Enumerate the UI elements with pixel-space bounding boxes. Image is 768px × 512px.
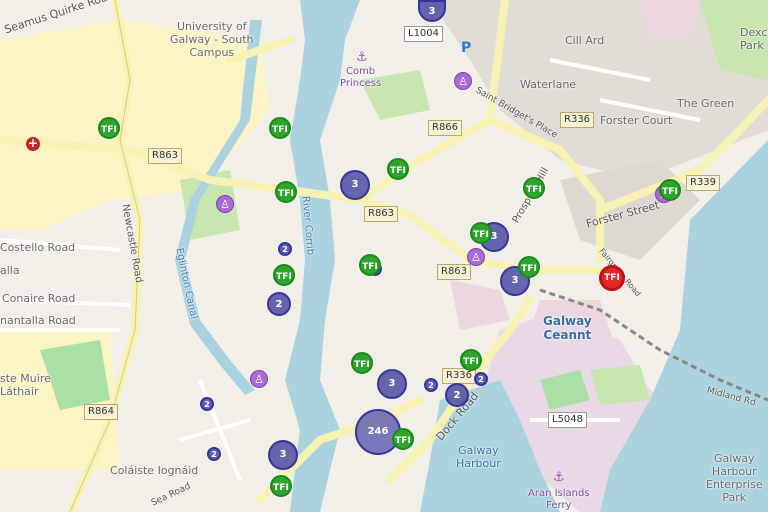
cluster-marker[interactable]: 2 [207,447,221,461]
label-ste-muire-line1: ste Muire [0,372,51,385]
label-enterprise-park-line2: Harbour [711,465,757,478]
tfi-stop-marker[interactable]: TFI [351,352,373,374]
road-shield-l5048: L5048 [548,412,588,428]
label-galway-harbour-line1: Galway [458,444,499,457]
label-galway-harbour: Galway Harbour [456,444,501,470]
poi-icon-2[interactable]: ♙ [454,72,472,90]
label-university: University of Galway - South Campus [170,20,254,59]
label-dexco-park: Dexco Park [740,26,768,52]
poi-icon-1[interactable]: ♙ [216,195,234,213]
label-galway-harbour-line2: Harbour [456,457,501,470]
cluster-marker[interactable]: 3 [377,369,407,399]
tfi-stop-marker[interactable]: TFI [270,475,292,497]
tfi-stop-marker[interactable]: TFI [523,177,545,199]
label-the-green: The Green [677,97,735,110]
tfi-stop-marker[interactable]: TFI [392,428,414,450]
cluster-marker[interactable]: 3 [340,170,370,200]
poi-icon-5[interactable]: ♙ [250,370,268,388]
label-ste-muire-line2: Láthair [0,385,39,398]
label-galway-ceannt-line2: Ceannt [543,328,592,342]
label-university-line2: Galway - South [170,33,254,46]
road-shield-r864: R864 [84,404,119,420]
tfi-stop-marker[interactable]: TFI [518,256,540,278]
road-shield-r866: R866 [428,120,463,136]
tfi-stop-marker[interactable]: TFI [273,264,295,286]
cluster-marker[interactable]: 2 [474,372,488,386]
label-aran-islands-ferry-line2: Ferry [546,500,572,511]
label-colaiste-iognaid: Coláiste Iognáid [110,464,199,477]
tfi-stop-marker[interactable]: TFI [359,254,381,276]
label-comb-princess-line1: Comb [345,66,376,77]
tfi-stop-marker[interactable]: TFI [275,181,297,203]
tfi-stop-marker[interactable]: TFI [269,117,291,139]
parking-icon: P [461,40,472,56]
tfi-stop-marker[interactable]: TFI [659,179,681,201]
label-dexco-park-line2: Park [740,39,764,52]
ferry-anchor-icon: ⚓ [553,470,565,485]
tfi-stop-marker[interactable]: TFI [387,158,409,180]
label-galway-ceannt-line1: Galway [543,314,592,328]
cluster-marker[interactable]: 2 [267,292,291,316]
road-shield-r863-right: R863 [437,264,472,280]
label-enterprise-park-line1: Galway [714,452,755,465]
label-ste-muire: ste Muire Láthair [0,372,51,398]
label-forster-court: Forster Court [600,114,673,127]
label-comb-princess: Comb Princess [340,66,381,90]
label-galway-ceannt: Galway Ceannt [543,314,592,342]
road-shield-r863-left: R863 [148,148,183,164]
hospital-icon: + [26,136,40,151]
label-conaire-road: Conaire Road [2,292,76,305]
road-shield-r863-mid: R863 [364,206,399,222]
tfi-stop-marker[interactable]: TFI [460,349,482,371]
anchor-icon: ⚓ [356,50,368,65]
tfi-stop-marker-selected[interactable]: TFI [599,265,625,291]
label-aran-islands-ferry-line1: Aran Islands [528,488,590,499]
label-alla: alla [0,264,20,277]
cluster-marker[interactable]: 2 [445,383,469,407]
label-waterlane: Waterlane [520,78,577,91]
label-enterprise-park-line4: Park [722,491,747,504]
tfi-stop-marker[interactable]: TFI [470,222,492,244]
map-view[interactable]: Seamus Quirke Road University of Galway … [0,0,768,512]
label-university-line1: University of [176,20,247,33]
road-shield-r339: R339 [686,175,721,191]
label-university-line3: Campus [189,46,235,59]
label-nantalla-road: nantalla Road [0,314,76,327]
label-comb-princess-line2: Princess [340,78,382,89]
road-shield-l1004: L1004 [404,26,444,42]
cluster-marker[interactable]: 2 [424,378,438,392]
road-shield-r336-top: R336 [560,112,595,128]
cluster-marker[interactable]: 2 [200,397,214,411]
label-enterprise-park: Galway Harbour Enterprise Park [706,452,763,504]
label-aran-islands-ferry: Aran Islands Ferry [528,488,590,512]
label-costello-road: Costello Road [0,241,76,254]
tfi-stop-marker[interactable]: TFI [98,117,120,139]
cluster-marker[interactable]: 3 [268,440,298,470]
label-dexco-park-line1: Dexco [740,26,768,39]
poi-icon-3[interactable]: ♙ [467,248,485,266]
label-cill-ard: Cill Ard [565,34,605,47]
cluster-marker[interactable]: 2 [278,242,292,256]
label-enterprise-park-line3: Enterprise [706,478,763,491]
